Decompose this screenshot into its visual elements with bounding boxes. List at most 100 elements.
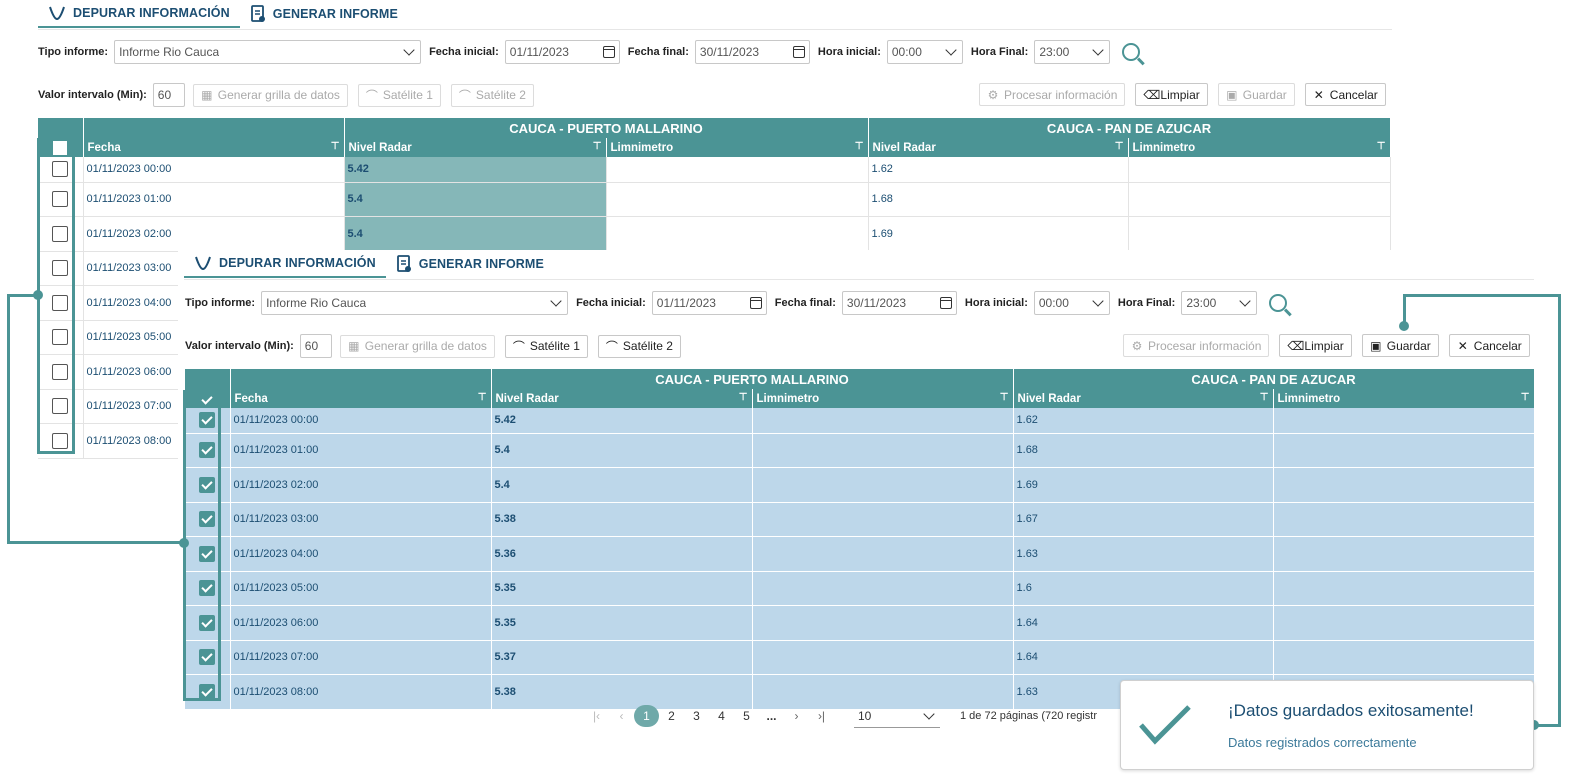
- limpiar-button[interactable]: ⌫ Limpiar: [1135, 83, 1208, 106]
- filter-icon[interactable]: ⊤: [855, 141, 864, 152]
- limni1-cell[interactable]: [752, 467, 1014, 503]
- last-page-icon[interactable]: ›|: [809, 709, 834, 723]
- nivel1-cell[interactable]: 5.35: [491, 571, 753, 606]
- table-row[interactable]: 01/11/2023 02:00 5.4 1.69: [38, 216, 1391, 252]
- table-row[interactable]: 01/11/2023 00:00 5.42 1.62: [185, 408, 1535, 434]
- filter-icon[interactable]: ⊤: [739, 392, 748, 403]
- nivel1-cell[interactable]: 5.4: [491, 433, 753, 468]
- nivel2-cell[interactable]: 1.64: [1013, 640, 1274, 675]
- filter-icon[interactable]: ⊤: [1000, 392, 1009, 403]
- hora-inicial-select[interactable]: 00:00: [886, 40, 963, 64]
- col-limni-1[interactable]: Limnimetro ⊤: [606, 138, 869, 157]
- page-size-select[interactable]: 10: [854, 704, 940, 728]
- page-ellipsis[interactable]: ...: [759, 709, 784, 723]
- limni2-cell[interactable]: [1273, 536, 1535, 572]
- filter-icon[interactable]: ⊤: [478, 392, 487, 403]
- col-nivel-1[interactable]: Nivel Radar ⊤: [344, 138, 607, 157]
- nivel1-cell[interactable]: 5.4: [344, 182, 607, 217]
- generar-grilla-button[interactable]: ▦ Generar grilla de datos: [192, 83, 348, 107]
- nivel2-cell[interactable]: 1.69: [868, 216, 1129, 252]
- limni2-cell[interactable]: [1273, 640, 1535, 675]
- table-row[interactable]: 01/11/2023 06:00 5.35 1.64: [185, 605, 1535, 641]
- limni2-cell[interactable]: [1273, 502, 1535, 537]
- hora-final-select[interactable]: 23:00: [1034, 40, 1111, 64]
- satelite1-button[interactable]: ⌒ Satélite 1: [504, 334, 588, 358]
- fecha-final-input[interactable]: 30/11/2023: [841, 291, 957, 315]
- tab-depurar[interactable]: DEPURAR INFORMACIÓN: [184, 250, 386, 278]
- limni2-cell[interactable]: [1128, 216, 1391, 252]
- limni2-cell[interactable]: [1273, 433, 1535, 468]
- col-fecha[interactable]: Fecha ⊤: [230, 389, 492, 408]
- filter-icon[interactable]: ⊤: [593, 141, 602, 152]
- cancelar-button[interactable]: ✕ Cancelar: [1304, 83, 1386, 106]
- limpiar-button[interactable]: ⌫ Limpiar: [1279, 334, 1352, 357]
- table-row[interactable]: 01/11/2023 00:00 5.42 1.62: [38, 157, 1391, 183]
- limni1-cell[interactable]: [752, 502, 1014, 537]
- filter-icon[interactable]: ⊤: [1260, 392, 1269, 403]
- nivel1-cell[interactable]: 5.38: [491, 502, 753, 537]
- page-4[interactable]: 4: [709, 709, 734, 723]
- cancelar-button[interactable]: ✕ Cancelar: [1448, 334, 1530, 357]
- intervalo-input[interactable]: 60: [152, 83, 185, 107]
- tipo-select[interactable]: Informe Rio Cauca: [261, 291, 569, 315]
- fecha-inicial-input[interactable]: 01/11/2023: [504, 40, 620, 64]
- table-row[interactable]: 01/11/2023 05:00 5.35 1.6: [185, 571, 1535, 606]
- nivel2-cell[interactable]: 1.67: [1013, 502, 1274, 537]
- search-icon[interactable]: [1122, 43, 1141, 61]
- filter-icon[interactable]: ⊤: [1115, 141, 1124, 152]
- table-row[interactable]: 01/11/2023 03:00 5.38 1.67: [185, 502, 1535, 537]
- limni1-cell[interactable]: [606, 216, 869, 252]
- generar-grilla-button[interactable]: ▦ Generar grilla de datos: [339, 334, 495, 358]
- col-nivel-1[interactable]: Nivel Radar ⊤: [491, 389, 753, 408]
- fecha-inicial-input[interactable]: 01/11/2023: [651, 291, 767, 315]
- limni1-cell[interactable]: [752, 433, 1014, 468]
- table-row[interactable]: 01/11/2023 01:00 5.4 1.68: [38, 182, 1391, 217]
- hora-inicial-select[interactable]: 00:00: [1033, 291, 1110, 315]
- nivel1-cell[interactable]: 5.4: [344, 216, 607, 252]
- nivel1-cell[interactable]: 5.36: [491, 536, 753, 572]
- limni1-cell[interactable]: [606, 182, 869, 217]
- limni1-cell[interactable]: [752, 640, 1014, 675]
- table-row[interactable]: 01/11/2023 04:00 5.36 1.63: [185, 536, 1535, 572]
- nivel1-cell[interactable]: 5.4: [491, 467, 753, 503]
- calendar-icon[interactable]: [792, 46, 805, 58]
- nivel2-cell[interactable]: 1.68: [1013, 433, 1274, 468]
- tab-generar[interactable]: GENERAR INFORME: [240, 0, 408, 28]
- col-fecha[interactable]: Fecha ⊤: [83, 138, 345, 157]
- satelite2-button[interactable]: ⌒ Satélite 2: [597, 334, 681, 358]
- nivel1-cell[interactable]: 5.42: [491, 408, 753, 434]
- page-1[interactable]: 1: [634, 705, 659, 727]
- guardar-button[interactable]: ▣ Guardar: [1217, 83, 1295, 106]
- satelite1-button[interactable]: ⌒ Satélite 1: [357, 83, 441, 107]
- limni2-cell[interactable]: [1273, 605, 1535, 641]
- procesar-button[interactable]: ⚙ Procesar información: [979, 83, 1126, 106]
- limni1-cell[interactable]: [752, 536, 1014, 572]
- page-3[interactable]: 3: [684, 709, 709, 723]
- calendar-icon[interactable]: [602, 46, 615, 58]
- procesar-button[interactable]: ⚙ Procesar información: [1123, 334, 1270, 357]
- limni2-cell[interactable]: [1128, 182, 1391, 217]
- nivel2-cell[interactable]: 1.69: [1013, 467, 1274, 503]
- hora-final-select[interactable]: 23:00: [1181, 291, 1258, 315]
- filter-icon[interactable]: ⊤: [1377, 141, 1386, 152]
- prev-page-icon[interactable]: ‹: [609, 709, 634, 723]
- limni1-cell[interactable]: [752, 605, 1014, 641]
- col-limni-1[interactable]: Limnimetro ⊤: [752, 389, 1014, 408]
- limni2-cell[interactable]: [1128, 157, 1391, 183]
- limni1-cell[interactable]: [752, 408, 1014, 434]
- first-page-icon[interactable]: |‹: [584, 709, 609, 723]
- nivel2-cell[interactable]: 1.62: [1013, 408, 1274, 434]
- nivel2-cell[interactable]: 1.68: [868, 182, 1129, 217]
- limni2-cell[interactable]: [1273, 467, 1535, 503]
- search-icon[interactable]: [1269, 294, 1288, 312]
- tipo-select[interactable]: Informe Rio Cauca: [114, 40, 422, 64]
- table-row[interactable]: 01/11/2023 07:00 5.37 1.64: [185, 640, 1535, 675]
- table-row[interactable]: 01/11/2023 02:00 5.4 1.69: [185, 467, 1535, 503]
- next-page-icon[interactable]: ›: [784, 709, 809, 723]
- col-nivel-2[interactable]: Nivel Radar ⊤: [1013, 389, 1274, 408]
- fecha-final-input[interactable]: 30/11/2023: [694, 40, 810, 64]
- calendar-icon[interactable]: [939, 297, 952, 309]
- guardar-button[interactable]: ▣ Guardar: [1361, 334, 1439, 357]
- limni2-cell[interactable]: [1273, 408, 1535, 434]
- page-5[interactable]: 5: [734, 709, 759, 723]
